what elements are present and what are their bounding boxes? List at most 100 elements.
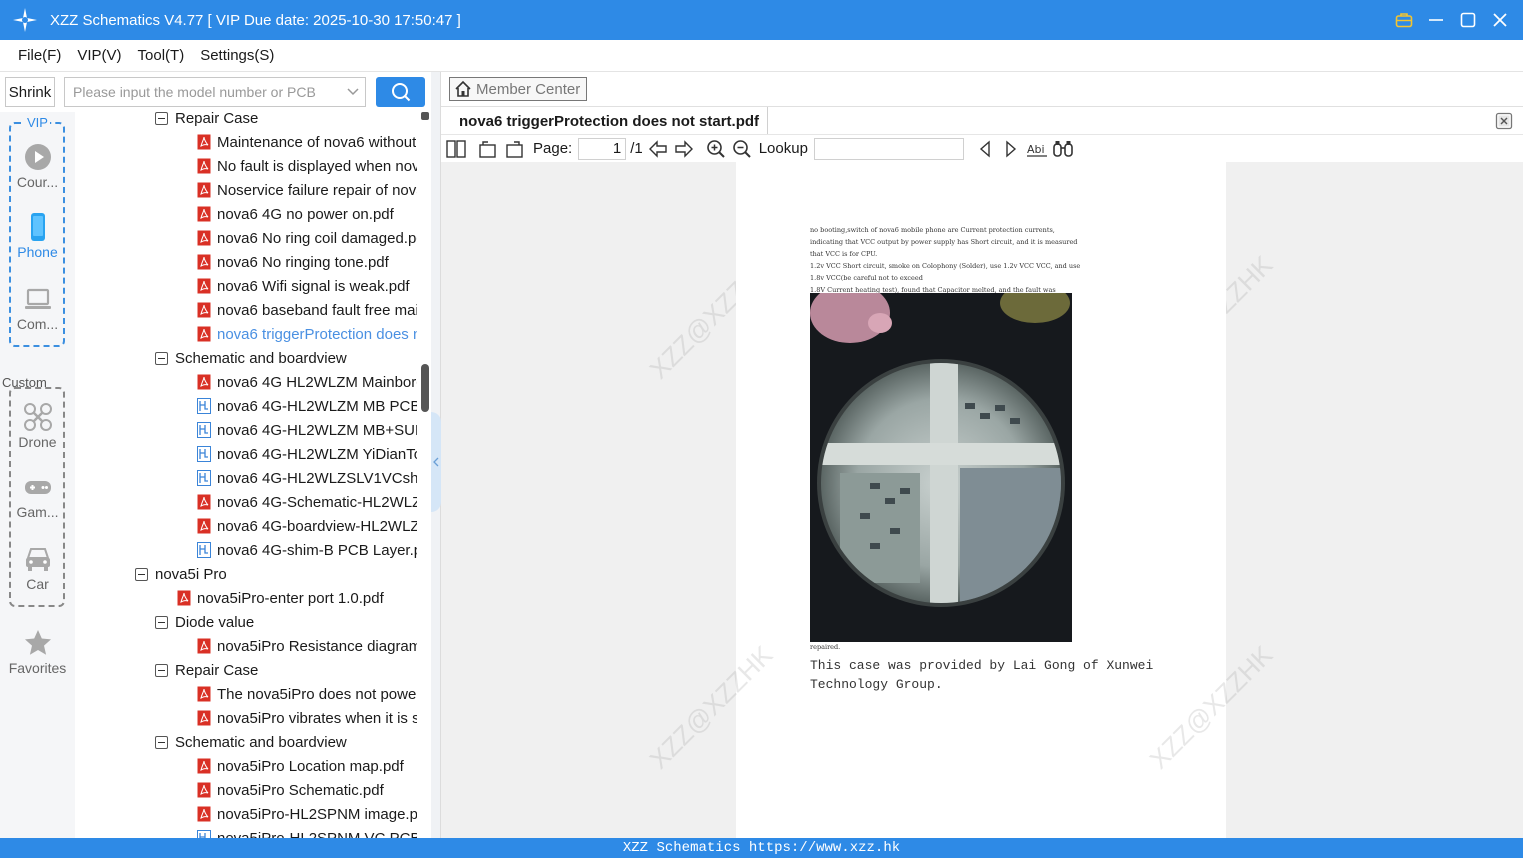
tree-file[interactable]: Noservice failure repair of nova xyxy=(197,178,417,202)
rotate-left-icon[interactable] xyxy=(477,138,499,160)
pdf-file-icon xyxy=(197,806,211,822)
collapse-icon[interactable] xyxy=(155,735,168,749)
category-label: Gam... xyxy=(16,504,59,520)
document-line: no booting,switch of nova6 mobile phone … xyxy=(810,226,1055,234)
collapse-icon[interactable] xyxy=(155,615,168,629)
next-page-icon[interactable] xyxy=(673,138,695,160)
tree-folder[interactable]: Repair Case xyxy=(155,658,417,682)
shrink-button[interactable]: Shrink xyxy=(5,77,55,107)
category-favorites[interactable]: Favorites xyxy=(0,628,75,676)
tree-file[interactable]: nova6 4G-HL2WLZM MB PCB la xyxy=(197,394,417,418)
pcb-file-icon xyxy=(197,830,211,838)
menu-settings[interactable]: Settings(S) xyxy=(200,47,274,64)
tree-file[interactable]: nova6 4G-HL2WLZM MB+SUB Y xyxy=(197,418,417,442)
pdf-file-icon xyxy=(197,686,211,702)
tree-file[interactable]: nova6 triggerProtection does n xyxy=(197,322,417,346)
tree-file[interactable]: nova5iPro-HL2SPNM image.pdf xyxy=(197,802,417,826)
category-games[interactable]: Gam... xyxy=(0,472,75,520)
tree-item-label: nova6 baseband fault free main xyxy=(217,301,417,319)
collapse-icon[interactable] xyxy=(135,567,148,581)
tree-file[interactable]: nova6 4G-HL2WLZSLV1VCshim- xyxy=(197,466,417,490)
collapse-icon[interactable] xyxy=(155,112,168,125)
tree-file[interactable]: nova6 4G HL2WLZM Mainbord xyxy=(197,370,417,394)
menu-file[interactable]: File(F) xyxy=(18,47,61,64)
category-drone[interactable]: Drone xyxy=(0,402,75,450)
tree-file[interactable]: nova5iPro Location map.pdf xyxy=(197,754,417,778)
binoculars-icon[interactable] xyxy=(1052,138,1074,160)
tree-file[interactable]: nova6 Wifi signal is weak.pdf xyxy=(197,274,417,298)
minimize-icon[interactable] xyxy=(1425,9,1447,31)
tree-item-label: Diode value xyxy=(175,613,255,631)
category-label: Phone xyxy=(17,244,58,260)
tree-item-label: Repair Case xyxy=(175,661,259,679)
tree-folder[interactable]: Diode value xyxy=(155,610,417,634)
pdf-file-icon xyxy=(197,206,211,222)
zoom-out-icon[interactable] xyxy=(731,138,753,160)
tree-item-label: No fault is displayed when nova xyxy=(217,157,417,175)
phone-icon xyxy=(30,213,45,241)
zoom-in-icon[interactable] xyxy=(705,138,727,160)
tree-file[interactable]: nova6 4G-boardview-HL2WLZM xyxy=(197,514,417,538)
tree-item-label: nova5iPro-HL2SPNM VC PCB la xyxy=(217,829,417,839)
tree-file[interactable]: nova5iPro Schematic.pdf xyxy=(197,778,417,802)
collapse-handle[interactable] xyxy=(431,412,441,512)
tree-file[interactable]: nova6 baseband fault free main xyxy=(197,298,417,322)
scrollbar-thumb[interactable] xyxy=(421,364,429,412)
tree-file[interactable]: No fault is displayed when nova xyxy=(197,154,417,178)
tree-file[interactable]: nova6 No ring coil damaged.pd xyxy=(197,226,417,250)
tree-folder[interactable]: nova5i Pro xyxy=(135,562,417,586)
tree-file[interactable]: Maintenance of nova6 without xyxy=(197,130,417,154)
tree-scrollbar[interactable] xyxy=(419,112,431,838)
maximize-icon[interactable] xyxy=(1457,9,1479,31)
member-center-button[interactable]: Member Center xyxy=(449,77,588,101)
tree-file[interactable]: nova6 4G-shim-B PCB Layer.pcb xyxy=(197,538,417,562)
close-tab-icon[interactable] xyxy=(1495,112,1513,130)
page-number-input[interactable]: 1 xyxy=(578,137,627,160)
page-total: /1 xyxy=(630,140,643,157)
tree-file[interactable]: nova5iPro-enter port 1.0.pdf xyxy=(177,586,417,610)
rotate-right-icon[interactable] xyxy=(503,138,525,160)
search-input[interactable]: Please input the model number or PCB xyxy=(64,77,366,107)
search-icon xyxy=(391,83,410,102)
menu-tool[interactable]: Tool(T) xyxy=(138,47,185,64)
tree-item-label: nova5iPro Schematic.pdf xyxy=(217,781,384,799)
category-phone[interactable]: Phone xyxy=(0,212,75,260)
tree-file[interactable]: nova6 4G no power on.pdf xyxy=(197,202,417,226)
tree-file[interactable]: nova5iPro-HL2SPNM VC PCB la xyxy=(197,826,417,838)
chevron-down-icon[interactable] xyxy=(341,87,365,97)
tree-item-label: nova6 4G no power on.pdf xyxy=(217,205,394,223)
collapse-icon[interactable] xyxy=(155,663,168,677)
panel-splitter[interactable] xyxy=(431,72,441,838)
menu-vip[interactable]: VIP(V) xyxy=(77,47,121,64)
category-courses[interactable]: Cour... xyxy=(0,142,75,190)
two-page-view-icon[interactable] xyxy=(445,138,467,160)
tree-folder[interactable]: Schematic and boardview xyxy=(155,346,417,370)
search-button[interactable] xyxy=(376,77,425,107)
tree-file[interactable]: The nova5iPro does not power xyxy=(197,682,417,706)
pdf-toolbar: Page: 1 /1 Lookup Abi xyxy=(441,134,1523,162)
tree-folder[interactable]: Schematic and boardview xyxy=(155,730,417,754)
tree-item-label: nova6 No ring coil damaged.pd xyxy=(217,229,417,247)
lookup-input[interactable] xyxy=(813,137,964,160)
tree-file[interactable]: nova6 4G-HL2WLZM YiDianTon xyxy=(197,442,417,466)
home-icon xyxy=(455,80,471,97)
collapse-icon[interactable] xyxy=(155,351,168,365)
category-label: Cour... xyxy=(16,174,59,190)
category-car[interactable]: Car xyxy=(0,544,75,592)
tree-file[interactable]: nova6 No ringing tone.pdf xyxy=(197,250,417,274)
close-icon[interactable] xyxy=(1489,9,1511,31)
find-previous-icon[interactable] xyxy=(974,138,996,160)
tree-folder[interactable]: Repair Case xyxy=(155,112,417,130)
tree-file[interactable]: nova5iPro Resistance diagram c xyxy=(197,634,417,658)
pdf-viewer[interactable]: XZZ@XZZHK XZZ@XZZHK no booting,switch of… xyxy=(441,162,1523,838)
category-computer[interactable]: Com... xyxy=(0,284,75,332)
document-tab[interactable]: nova6 triggerProtection does not start.p… xyxy=(451,107,769,135)
vip-badge-icon[interactable] xyxy=(1393,9,1415,31)
previous-page-icon[interactable] xyxy=(647,138,669,160)
tree-file[interactable]: nova6 4G-Schematic-HL2WLZM xyxy=(197,490,417,514)
match-case-icon[interactable]: Abi xyxy=(1026,138,1048,160)
find-next-icon[interactable] xyxy=(1000,138,1022,160)
pdf-file-icon xyxy=(197,230,211,246)
tree-file[interactable]: nova5iPro vibrates when it is sw xyxy=(197,706,417,730)
category-label: Favorites xyxy=(8,660,67,676)
